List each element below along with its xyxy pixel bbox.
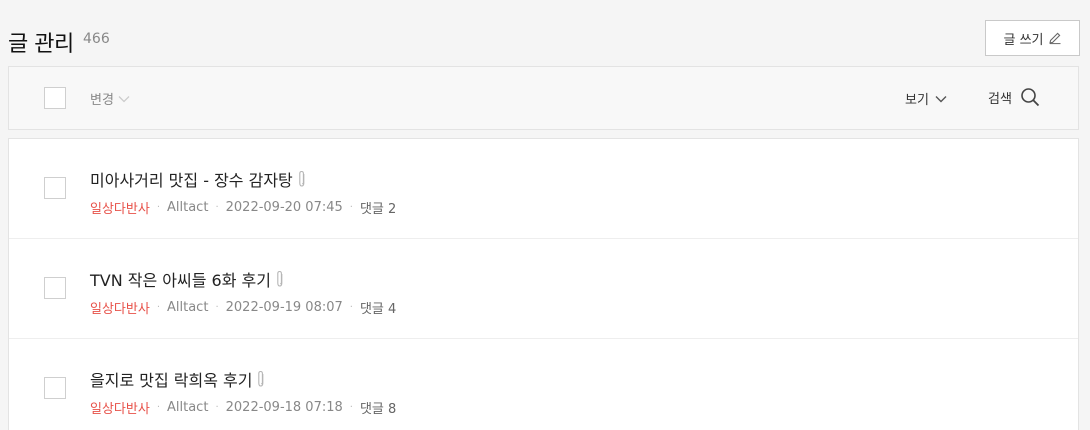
post-datetime: 2022-09-20 07:45 — [225, 200, 343, 215]
write-post-button[interactable]: 글 쓰기 — [985, 20, 1080, 56]
post-comments[interactable]: 댓글 2 — [360, 198, 396, 217]
post-title: TVN 작은 아씨들 6화 후기 — [90, 271, 271, 290]
meta-separator: · — [349, 302, 353, 313]
paperclip-icon — [258, 370, 264, 387]
post-title-link[interactable]: TVN 작은 아씨들 6화 후기 — [90, 267, 285, 291]
post-list: 미아사거리 맛집 - 장수 감자탕 일상다반사 · Alltact · 2022… — [8, 138, 1079, 430]
post-meta: 일상다반사 · Alltact · 2022-09-19 08:07 · 댓글 … — [90, 298, 396, 317]
paperclip-icon — [277, 270, 283, 287]
post-author: Alltact — [167, 400, 209, 415]
post-count: 466 — [83, 31, 110, 47]
post-author: Alltact — [167, 300, 209, 315]
search-button[interactable]: 검색 — [988, 87, 1040, 107]
page-header: 글 관리 466 글 쓰기 — [0, 0, 1090, 66]
post-row: TVN 작은 아씨들 6화 후기 일상다반사 · Alltact · 2022-… — [9, 239, 1078, 339]
post-meta: 일상다반사 · Alltact · 2022-09-20 07:45 · 댓글 … — [90, 198, 396, 217]
post-category[interactable]: 일상다반사 — [90, 198, 150, 217]
post-checkbox[interactable] — [44, 277, 66, 299]
meta-separator: · — [156, 302, 160, 313]
post-datetime: 2022-09-19 08:07 — [225, 300, 343, 315]
page-title: 글 관리 — [8, 32, 74, 57]
list-toolbar: 변경 보기 검색 — [8, 66, 1079, 130]
meta-separator: · — [156, 402, 160, 413]
post-category[interactable]: 일상다반사 — [90, 298, 150, 317]
select-all-checkbox[interactable] — [44, 87, 66, 109]
change-dropdown[interactable]: 변경 — [90, 89, 130, 108]
post-title: 을지로 맛집 락희옥 후기 — [90, 371, 253, 390]
post-datetime: 2022-09-18 07:18 — [225, 400, 343, 415]
meta-separator: · — [349, 402, 353, 413]
post-checkbox[interactable] — [44, 377, 66, 399]
search-label: 검색 — [988, 91, 1012, 107]
meta-separator: · — [156, 202, 160, 213]
post-title: 미아사거리 맛집 - 장수 감자탕 — [90, 171, 293, 190]
post-category[interactable]: 일상다반사 — [90, 398, 150, 417]
chevron-down-icon — [118, 95, 130, 102]
change-label: 변경 — [90, 93, 114, 108]
post-comments[interactable]: 댓글 4 — [360, 298, 396, 317]
pencil-icon — [1048, 32, 1060, 45]
paperclip-icon — [299, 170, 305, 187]
meta-separator: · — [215, 302, 219, 313]
meta-separator: · — [349, 202, 353, 213]
meta-separator: · — [215, 202, 219, 213]
post-author: Alltact — [167, 200, 209, 215]
post-checkbox[interactable] — [44, 177, 66, 199]
post-comments[interactable]: 댓글 8 — [360, 398, 396, 417]
post-meta: 일상다반사 · Alltact · 2022-09-18 07:18 · 댓글 … — [90, 398, 396, 417]
post-title-link[interactable]: 을지로 맛집 락희옥 후기 — [90, 367, 266, 391]
view-label: 보기 — [905, 93, 929, 108]
chevron-down-icon — [935, 95, 947, 102]
post-row: 을지로 맛집 락희옥 후기 일상다반사 · Alltact · 2022-09-… — [9, 339, 1078, 430]
post-title-link[interactable]: 미아사거리 맛집 - 장수 감자탕 — [90, 167, 307, 191]
write-post-label: 글 쓰기 — [1003, 32, 1044, 48]
search-icon — [1021, 88, 1040, 107]
post-row: 미아사거리 맛집 - 장수 감자탕 일상다반사 · Alltact · 2022… — [9, 139, 1078, 239]
view-dropdown[interactable]: 보기 — [905, 89, 947, 108]
meta-separator: · — [215, 402, 219, 413]
